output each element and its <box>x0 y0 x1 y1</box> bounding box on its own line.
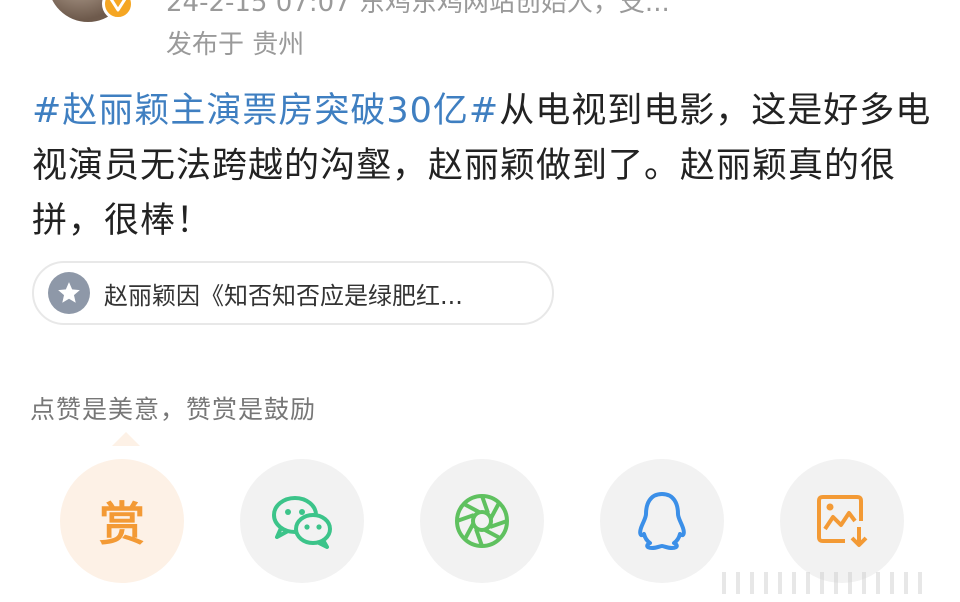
share-qq-button[interactable] <box>600 459 724 583</box>
hashtag-link[interactable]: #赵丽颖主演票房突破30亿# <box>32 91 499 131</box>
save-image-icon <box>817 495 868 547</box>
topic-card[interactable]: 赵丽颖因《知否知否应是绿肥红... <box>32 261 554 325</box>
save-image-button[interactable] <box>780 459 904 583</box>
star-icon <box>48 272 90 314</box>
post-location: 发布于 贵州 <box>166 30 305 60</box>
share-wechat-button[interactable] <box>240 459 364 583</box>
topic-card-label: 赵丽颖因《知否知否应是绿肥红... <box>104 281 463 310</box>
qq-icon <box>638 492 686 550</box>
moments-icon <box>455 494 509 548</box>
reward-button[interactable]: 赏 <box>60 459 184 583</box>
post-body: #赵丽颖主演票房突破30亿#从电视到电影，这是好多电视演员无法跨越的沟壑，赵丽颖… <box>32 84 942 249</box>
reward-button-label: 赏 <box>99 497 145 551</box>
hint-pointer <box>112 432 140 446</box>
wechat-icon <box>272 496 332 549</box>
reward-hint: 点赞是美意，赞赏是鼓励 <box>30 395 317 424</box>
post-meta: 24-2-15 07:07 东鸡东鸡网站创始人，支... <box>166 0 670 18</box>
share-moments-button[interactable] <box>420 459 544 583</box>
watermark <box>722 572 932 594</box>
